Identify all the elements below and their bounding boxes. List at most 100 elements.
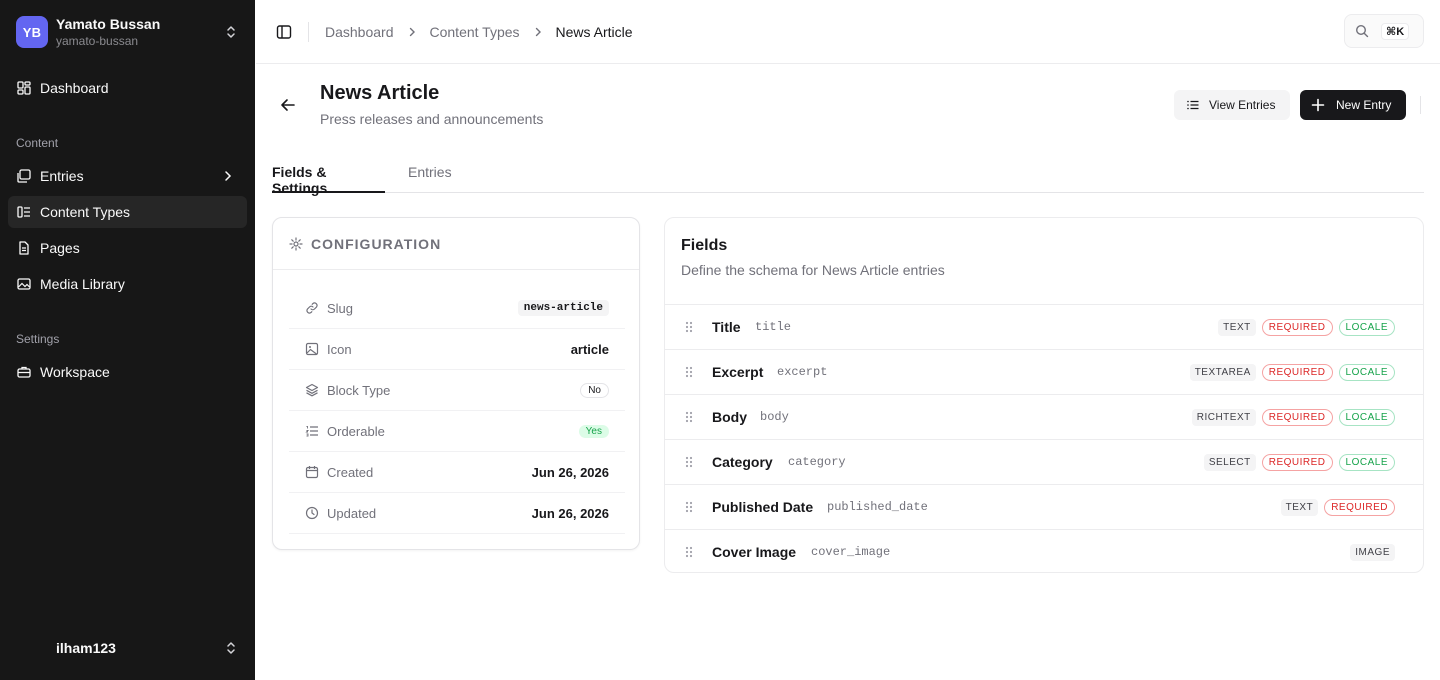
layers-icon — [305, 383, 319, 397]
field-type-badge: SELECT — [1203, 453, 1256, 471]
ordered-list-icon — [305, 424, 319, 438]
sidebar-toggle-icon[interactable] — [276, 24, 292, 40]
search-icon — [1355, 24, 1369, 38]
orderable-badge: Yes — [578, 424, 609, 438]
field-type-badge: IMAGE — [1350, 543, 1395, 561]
sidebar-item-label: Workspace — [40, 364, 110, 380]
field-key: published_date — [827, 500, 928, 514]
search-button[interactable]: ⌘K — [1344, 14, 1424, 48]
config-row-updated: Updated Jun 26, 2026 — [289, 493, 625, 534]
user-menu[interactable]: ilham123 — [8, 632, 247, 664]
created-value: Jun 26, 2026 — [531, 464, 609, 480]
config-key: Slug — [327, 300, 354, 316]
locale-badge: LOCALE — [1338, 453, 1395, 471]
tab-entries[interactable]: Entries — [408, 160, 452, 193]
field-key: cover_image — [811, 545, 891, 559]
nav-group-settings-label: Settings — [16, 332, 60, 346]
breadcrumb: Dashboard Content Types News Article — [325, 22, 633, 42]
tab-bar: Fields & Settings Entries — [272, 160, 1424, 196]
dashboard-icon — [16, 80, 32, 96]
view-entries-label: View Entries — [1209, 98, 1276, 112]
field-type-badge: TEXTAREA — [1189, 363, 1256, 381]
field-row-published-date[interactable]: Published Date published_date TEXT REQUI… — [665, 484, 1423, 529]
chevron-right-icon — [532, 26, 544, 38]
workspace-slug: yamato-bussan — [56, 33, 139, 48]
briefcase-icon — [16, 364, 32, 380]
drag-handle-icon[interactable] — [683, 545, 695, 559]
required-badge: REQUIRED — [1261, 408, 1333, 426]
config-row-orderable: Orderable Yes — [289, 411, 625, 452]
fields-card: Fields Define the schema for News Articl… — [664, 217, 1424, 573]
field-name: Excerpt — [712, 364, 764, 380]
drag-handle-icon[interactable] — [683, 365, 695, 379]
field-name: Title — [712, 319, 741, 335]
sidebar-item-label: Content Types — [40, 204, 131, 220]
breadcrumb-current: News Article — [555, 24, 633, 40]
drag-handle-icon[interactable] — [683, 410, 695, 424]
field-key: excerpt — [777, 365, 828, 379]
back-arrow-icon[interactable] — [279, 96, 297, 114]
field-key: title — [755, 320, 792, 334]
field-type-badge: RICHTEXT — [1191, 408, 1256, 426]
drag-handle-icon[interactable] — [683, 320, 695, 334]
breadcrumb-dashboard[interactable]: Dashboard — [325, 24, 394, 40]
fields-subtitle: Define the schema for News Article entri… — [681, 262, 945, 278]
field-row-excerpt[interactable]: Excerpt excerpt TEXTAREA REQUIRED LOCALE — [665, 349, 1423, 394]
config-row-created: Created Jun 26, 2026 — [289, 452, 625, 493]
workspace-switcher[interactable]: YB Yamato Bussan yamato-bussan — [8, 8, 247, 56]
required-badge: REQUIRED — [1261, 363, 1333, 381]
entries-icon — [16, 168, 32, 184]
locale-badge: LOCALE — [1338, 363, 1395, 381]
config-key: Created — [327, 464, 374, 480]
sidebar-item-content-types[interactable]: Content Types — [8, 196, 247, 228]
nav-group-content-label: Content — [16, 136, 59, 150]
chevron-right-icon — [225, 171, 232, 181]
tab-fields-settings[interactable]: Fields & Settings — [272, 160, 385, 196]
field-key: category — [788, 455, 846, 469]
sidebar: YB Yamato Bussan yamato-bussan Dashboard… — [0, 0, 255, 680]
view-entries-button[interactable]: View Entries — [1174, 90, 1290, 120]
field-row-cover-image[interactable]: Cover Image cover_image IMAGE — [665, 529, 1423, 574]
divider — [308, 22, 309, 42]
shortcut-hint: ⌘K — [1381, 22, 1410, 40]
drag-handle-icon[interactable] — [683, 500, 695, 514]
config-row-block-type: Block Type No — [289, 370, 625, 411]
field-type-badge: TEXT — [1280, 498, 1319, 516]
sidebar-item-entries[interactable]: Entries — [8, 160, 247, 192]
sidebar-item-label: Media Library — [40, 276, 125, 292]
block-type-badge: No — [580, 382, 609, 398]
config-key: Block Type — [327, 382, 391, 398]
chevron-up-down-icon — [227, 642, 235, 654]
field-key: body — [760, 410, 789, 424]
sidebar-item-workspace[interactable]: Workspace — [8, 356, 247, 388]
breadcrumb-content-types[interactable]: Content Types — [430, 24, 520, 40]
field-type-badge: TEXT — [1218, 318, 1256, 336]
image-icon — [305, 342, 319, 356]
field-row-body[interactable]: Body body RICHTEXT REQUIRED LOCALE — [665, 394, 1423, 439]
field-row-title[interactable]: Title title TEXT REQUIRED LOCALE — [665, 304, 1423, 349]
drag-handle-icon[interactable] — [683, 455, 695, 469]
page-icon — [16, 240, 32, 256]
config-row-icon: Icon article — [289, 329, 625, 370]
sidebar-item-label: Dashboard — [40, 80, 109, 96]
new-entry-button[interactable]: New Entry — [1300, 90, 1406, 120]
clock-icon — [305, 506, 319, 520]
fields-title: Fields — [681, 237, 728, 254]
content-types-icon — [16, 204, 32, 220]
chevron-up-down-icon — [227, 26, 235, 38]
updated-value: Jun 26, 2026 — [531, 505, 609, 521]
locale-badge: LOCALE — [1338, 408, 1395, 426]
field-row-category[interactable]: Category category SELECT REQUIRED LOCALE — [665, 439, 1423, 484]
chevron-right-icon — [406, 26, 418, 38]
sidebar-item-dashboard[interactable]: Dashboard — [8, 72, 247, 104]
sidebar-item-media-library[interactable]: Media Library — [8, 268, 247, 300]
plus-icon — [1311, 98, 1325, 112]
locale-badge: LOCALE — [1338, 318, 1395, 336]
user-name: ilham123 — [56, 640, 116, 656]
list-icon — [1187, 100, 1199, 110]
topbar: Dashboard Content Types News Article ⌘K — [256, 0, 1440, 64]
field-name: Body — [712, 409, 747, 425]
required-badge: REQUIRED — [1261, 453, 1333, 471]
gear-icon — [289, 236, 303, 251]
sidebar-item-pages[interactable]: Pages — [8, 232, 247, 264]
